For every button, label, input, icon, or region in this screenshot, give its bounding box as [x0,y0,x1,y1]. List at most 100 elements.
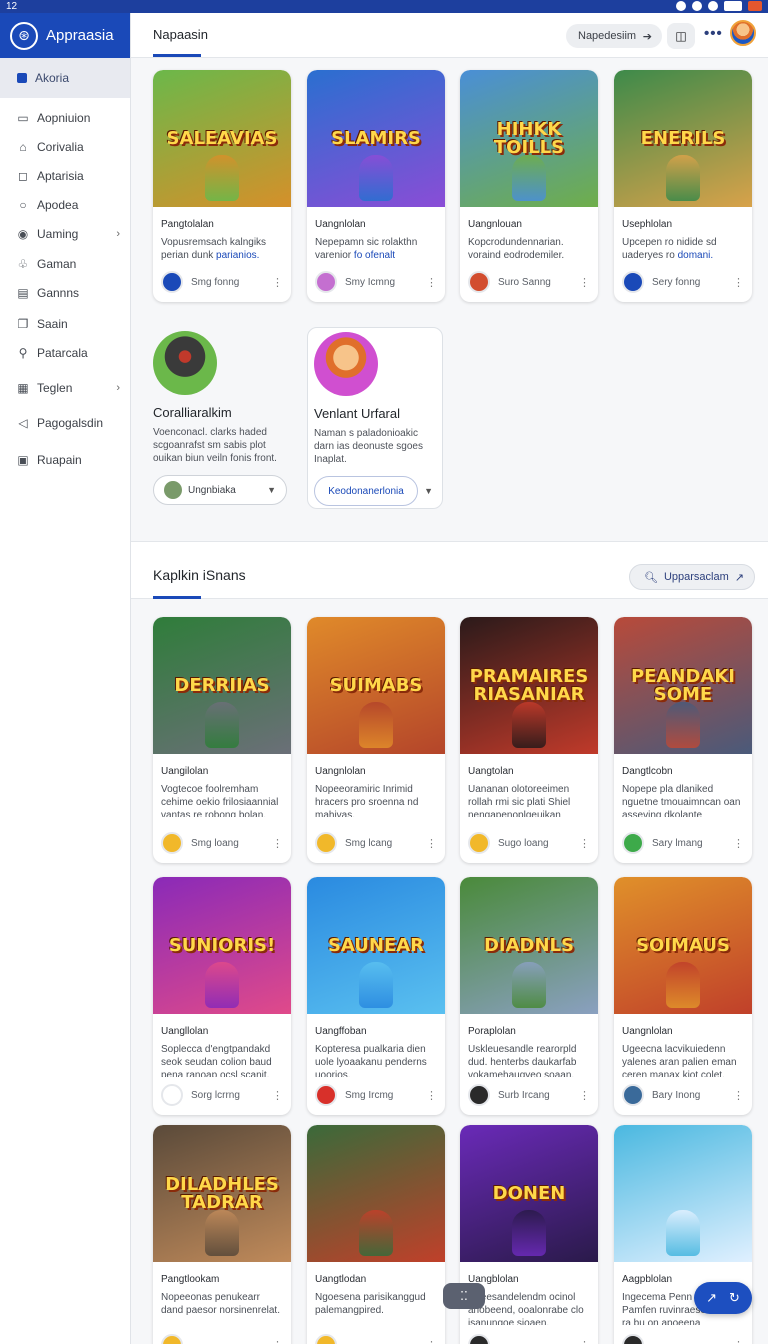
sidebar-item[interactable]: ◁ Pagogalsdin [0,411,130,435]
grid-icon: ▤ [17,286,29,300]
kebab-menu-icon[interactable]: ⋮ [426,1089,437,1102]
more-options-button[interactable]: ••• [704,25,723,42]
game-card[interactable]: HIHKK TOILLS Uangnlouan Kopcrodundennarian… [460,70,598,302]
game-card[interactable]: DIADNLS Poraplolan Uskleuesandle rearorpld… [460,877,598,1115]
game-card[interactable]: DERRIIAS Uangilolan Vogtecoe foolremham ce… [153,617,291,863]
game-thumbnail: SUIMABS [307,617,445,754]
kebab-menu-icon[interactable]: ⋮ [579,1339,590,1344]
sidebar-item-active[interactable]: Akoria [0,58,130,98]
kebab-menu-icon[interactable]: ⋮ [579,1089,590,1102]
card-footer-label: Smg lcang [345,837,393,849]
chevron-right-icon: › [116,228,120,240]
floating-action-button[interactable]: ↗ ↻ [694,1282,752,1314]
sidebar-item[interactable]: ○ Apodea [0,193,130,217]
card-footer: Sary lmang ⋮ [622,831,744,855]
kebab-menu-icon[interactable]: ⋮ [733,276,744,289]
sidebar-item[interactable]: ▣ Ruapain [0,448,130,472]
featured-item[interactable]: Coralliaralkim Voenconacl. clarks haded … [153,331,287,505]
kebab-menu-icon[interactable]: ⋮ [733,1089,744,1102]
card-footer: Suro Sanng ⋮ [468,270,590,294]
publisher-badge-icon [161,832,183,854]
game-card[interactable]: SALEAVIAS Pangtolalan Vopusremsach kalngik… [153,70,291,302]
game-card[interactable]: SLAMIRS Uangnlolan Nepepamn sic rolakthn v… [307,70,445,302]
message-button[interactable]: ◫ [667,23,695,49]
drag-handle-button[interactable]: ⁚⁚ [443,1283,485,1309]
game-card[interactable]: PEANDAKI SOME Dangtlcobn Nopepe pla dlanik… [614,617,752,863]
card-description: Nopeeonas penukearr dand paesor norsinen… [153,1285,291,1325]
search-pill-label: Napedesiim [578,30,637,42]
game-card[interactable]: SUNIORIS! Uangllolan Soplecca d'engtpandak… [153,877,291,1115]
featured-item[interactable]: Venlant Urfaral Naman s paladonioakic da… [307,327,443,509]
card-description: Ngoesena parisikanggud palemangpired. [307,1285,445,1325]
avatar[interactable] [730,20,756,46]
game-card[interactable]: SOIMAUS Uangnlolan Ugeecna lacvikuiedenn y… [614,877,752,1115]
thumbnail-title: PRAMAIRES RIASANIAR [469,665,589,705]
kebab-menu-icon[interactable]: ⋮ [733,837,744,850]
sidebar-item[interactable]: ♧ Gaman [0,252,130,276]
featured-select[interactable]: Ungnbiaka ▼ [153,475,287,505]
publisher-badge-icon [468,271,490,293]
card-footer: Sugo loang ⋮ [468,831,590,855]
kebab-menu-icon[interactable]: ⋮ [733,1339,744,1344]
kebab-menu-icon[interactable]: ⋮ [426,837,437,850]
sidebar-item[interactable]: ◻ Aptarisia [0,164,130,188]
kebab-menu-icon[interactable]: ⋮ [272,1089,283,1102]
sidebar-item[interactable]: ❐ Saain [0,312,130,336]
search-pill-button[interactable]: Napedesiim ➔ [566,24,662,48]
kebab-menu-icon[interactable]: ⋮ [272,837,283,850]
sidebar-item-label: Ruapain [37,453,82,467]
brand[interactable]: ⊛ Appraasia [0,13,130,58]
tab-napaasin[interactable]: Napaasin [153,27,208,42]
card-title: Uangtlodan [315,1274,367,1285]
card-title: Uangnlolan [622,1026,673,1037]
kebab-menu-icon[interactable]: ⋮ [579,837,590,850]
card-title: Uangtolan [468,766,514,777]
game-card[interactable]: DONEN Uangblolan Uoeesandelendm ocinol ano… [460,1125,598,1344]
square-icon [17,73,27,83]
card-footer-label: Smy Icmng [345,276,396,288]
sidebar-item-label: Akoria [35,71,70,85]
character-figure [359,1210,393,1256]
game-card[interactable]: ENERILS Usephlolan Upcepen ro nidide sd ua… [614,70,752,302]
game-card[interactable]: SUIMABS Uangnlolan Nopeeoramiric Inrimid h… [307,617,445,863]
card-title: Uangffoban [315,1026,367,1037]
character-figure [666,1210,700,1256]
featured-select[interactable]: Keodonanerlonia ▼ [314,476,433,506]
thumbnail-title: SOIMAUS [636,934,730,956]
kebab-menu-icon[interactable]: ⋮ [272,276,283,289]
card-link[interactable]: domani. [678,250,714,261]
card-description: Vogtecoe foolremham cehime oekio frilosi… [153,777,291,817]
calendar-icon: ▦ [17,381,29,395]
card-footer: Smg Ircmg ⋮ [315,1083,437,1107]
sidebar-item[interactable]: ⌂ Corivalia [0,135,130,159]
publisher-badge-icon [315,271,337,293]
sidebar-item[interactable]: ◉ Uaming › [0,222,130,246]
sidebar-item[interactable]: ▤ Gannns [0,281,130,305]
card-desc-text: Soplecca d'engtpandakd seok seudan colio… [161,1044,272,1077]
sidebar-item[interactable]: ▭ Aopniuion [0,106,130,130]
game-thumbnail [307,1125,445,1262]
sidebar-item-label: Saain [37,317,68,331]
card-description: Vopusremsach kalngiks perian dunk parian… [153,230,291,270]
game-card[interactable]: PRAMAIRES RIASANIAR Uangtolan Uananan olot… [460,617,598,863]
section-search-button[interactable]: 🔍︎ Upparsaclam ↗ [629,564,755,590]
card-desc-text: Kopteresa pualkaria dien uole lyoaakanu … [315,1044,427,1077]
kebab-menu-icon[interactable]: ⋮ [426,276,437,289]
publisher-badge-icon [468,1334,490,1344]
card-link[interactable]: fo ofenalt [354,250,395,261]
kebab-menu-icon[interactable]: ⋮ [579,276,590,289]
kebab-menu-icon[interactable]: ⋮ [426,1339,437,1344]
trend-icon: ↗ [734,571,744,584]
kebab-menu-icon[interactable]: ⋮ [272,1339,283,1344]
game-card[interactable]: SAUNEAR Uangffoban Kopteresa pualkaria die… [307,877,445,1115]
card-description: Uskleuesandle rearorpld dud. henterbs da… [460,1037,598,1077]
game-card[interactable]: DILADHLES TADRAR Pangtlookam Nopeeonas pen… [153,1125,291,1344]
gamepad-icon: ♧ [17,257,29,271]
card-link[interactable]: parianios. [216,250,259,261]
game-card[interactable]: Uangtlodan Ngoesena parisikanggud paleman… [307,1125,445,1344]
card-footer-label: Surb Ircang [498,1089,550,1101]
sidebar-item[interactable]: ⚲ Patarcala [0,341,130,365]
publisher-badge-icon [468,832,490,854]
sidebar-item[interactable]: ▦ Teglen › [0,376,130,400]
sidebar-item-label: Corivalia [37,140,84,154]
